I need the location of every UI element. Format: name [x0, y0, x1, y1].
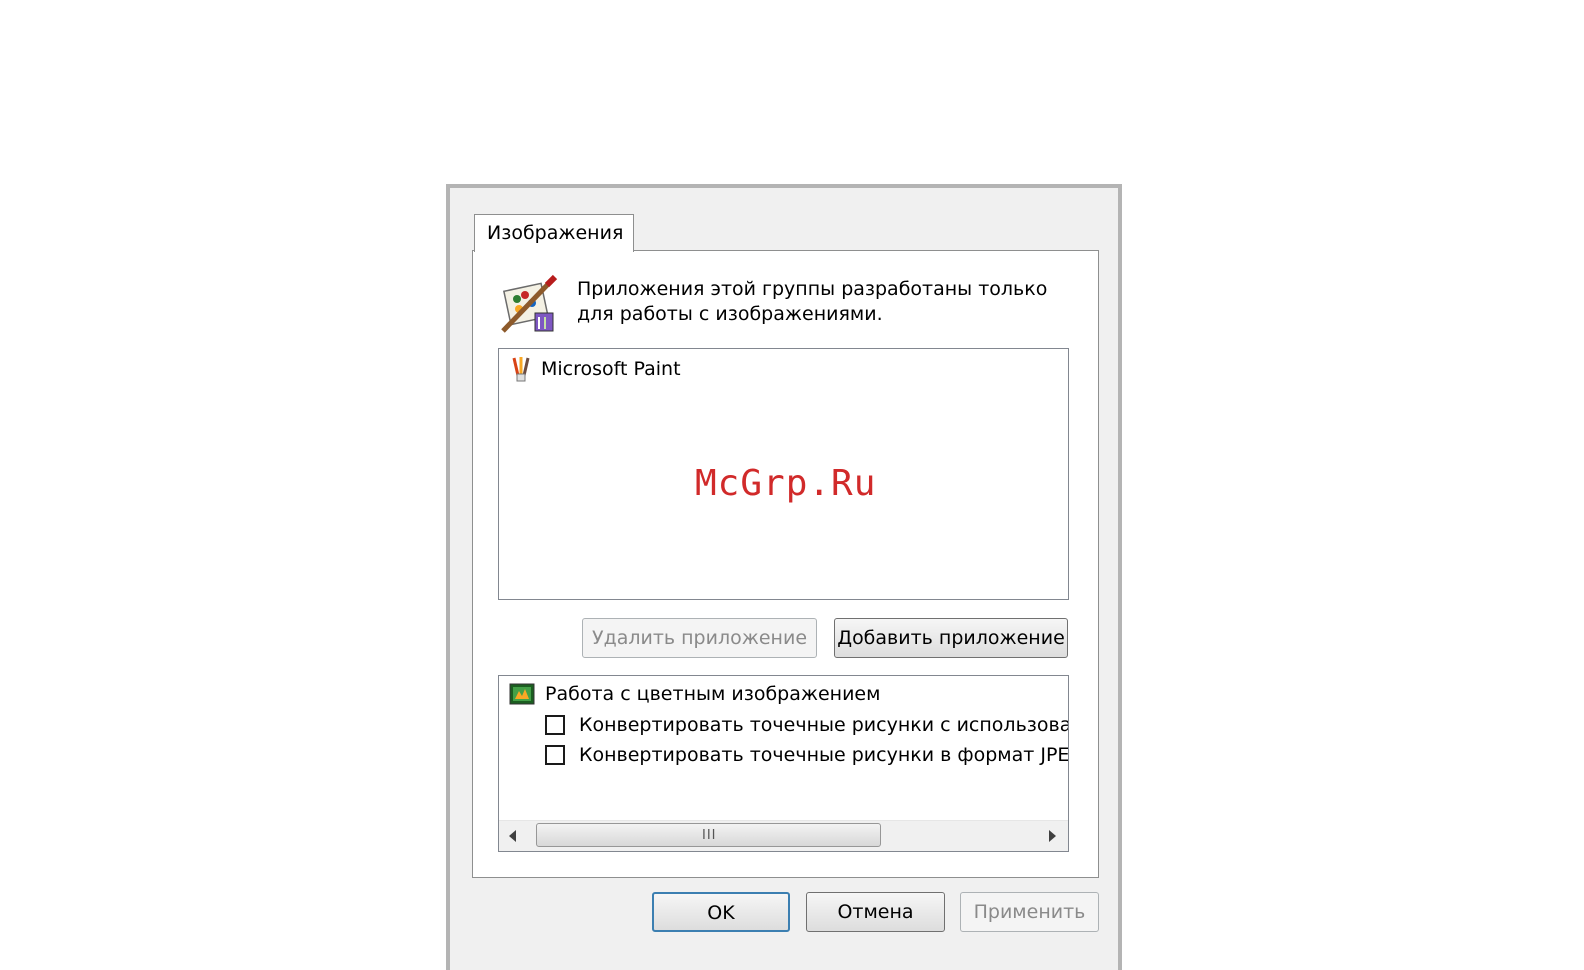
checkbox[interactable] [545, 715, 565, 735]
image-editor-icon [501, 274, 558, 333]
scroll-thumb[interactable]: III [536, 823, 881, 847]
scroll-right-icon[interactable] [1049, 830, 1056, 842]
option-group-label: Работа с цветным изображением [545, 683, 881, 705]
app-name: Microsoft Paint [541, 358, 681, 380]
description-line-2: для работы с изображениями. [577, 303, 883, 325]
cancel-button[interactable]: Отмена [806, 892, 945, 932]
add-app-button[interactable]: Добавить приложение [834, 618, 1068, 658]
ok-button[interactable]: OK [652, 892, 790, 932]
watermark: McGrp.Ru [695, 463, 877, 504]
options-tree[interactable]: Работа с цветным изображением Конвертиро… [498, 675, 1069, 852]
list-item[interactable]: Microsoft Paint [509, 355, 681, 383]
option-label: Конвертировать точечные рисунки с исполь… [579, 714, 1069, 736]
remove-app-button[interactable]: Удалить приложение [582, 618, 817, 658]
option-group-color: Работа с цветным изображением [509, 680, 880, 708]
description-line-1: Приложения этой группы разработаны тольк… [577, 278, 1048, 300]
option-convert-bitmaps-1[interactable]: Конвертировать точечные рисунки с исполь… [545, 711, 1069, 739]
paint-brushes-icon [512, 357, 530, 382]
scroll-grip: III [702, 828, 717, 843]
scroll-left-icon[interactable] [509, 830, 516, 842]
option-convert-bitmaps-jpeg[interactable]: Конвертировать точечные рисунки в формат… [545, 741, 1069, 769]
group-description: Приложения этой группы разработаны тольк… [577, 277, 1077, 327]
option-label: Конвертировать точечные рисунки в формат… [579, 744, 1069, 766]
application-list[interactable]: Microsoft Paint McGrp.Ru [498, 348, 1069, 600]
properties-dialog: Изображения Приложения этой группы разра… [446, 184, 1122, 970]
tab-images[interactable]: Изображения [474, 214, 634, 252]
color-image-icon [509, 683, 535, 705]
apply-button[interactable]: Применить [960, 892, 1099, 932]
checkbox[interactable] [545, 745, 565, 765]
horizontal-scrollbar[interactable]: III [499, 820, 1068, 851]
tab-panel: Приложения этой группы разработаны тольк… [472, 250, 1099, 878]
